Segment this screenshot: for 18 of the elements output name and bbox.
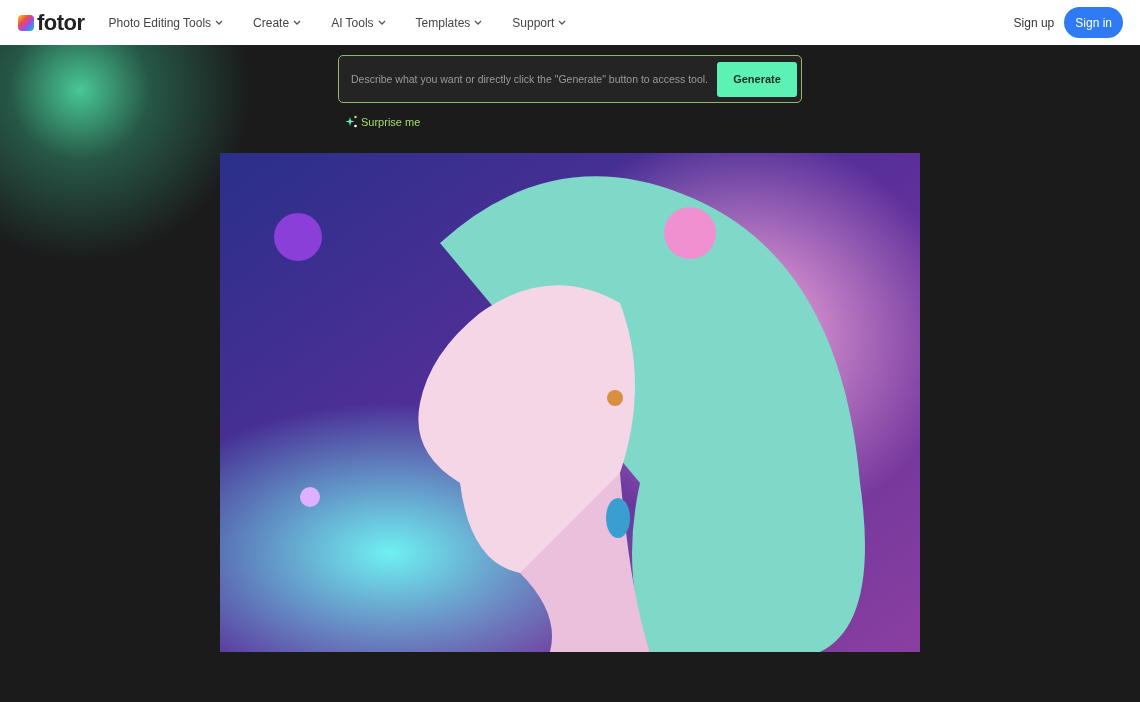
surprise-me-link[interactable]: Surprise me (345, 115, 421, 128)
sparkle-icon (345, 115, 358, 128)
chevron-down-icon (293, 20, 302, 25)
sign-in-button[interactable]: Sign in (1064, 7, 1123, 38)
prompt-field[interactable]: Describe what you want or directly click the "Generate" button to access tool. Generate (338, 55, 802, 103)
nav-menu[interactable]: AI Tools (331, 15, 386, 30)
logo-icon (18, 14, 34, 31)
nav-menu[interactable]: Support (512, 15, 567, 30)
nav-menu[interactable]: Photo Editing Tools (108, 15, 224, 30)
nav-menu[interactable]: Templates (415, 15, 483, 30)
logo-text[interactable]: fotor (37, 9, 85, 36)
chevron-down-icon (377, 20, 386, 25)
sign-up-link[interactable]: Sign up (1013, 15, 1055, 30)
generate-button[interactable]: Generate (717, 61, 797, 97)
chevron-down-icon (558, 20, 567, 25)
chevron-down-icon (215, 20, 224, 25)
chevron-down-icon (474, 20, 483, 25)
nav-menu[interactable]: Create (253, 15, 302, 30)
